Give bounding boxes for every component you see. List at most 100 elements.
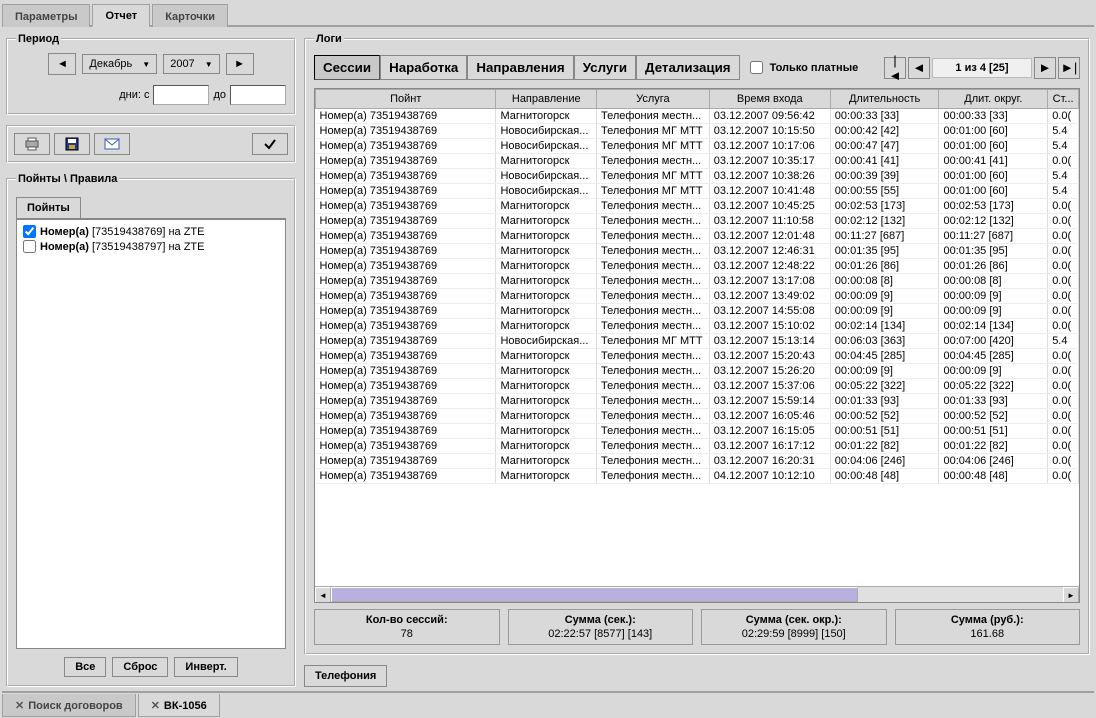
period-prev[interactable]: ◄ — [48, 53, 76, 75]
cell: Телефония местн... — [596, 379, 709, 394]
table-row[interactable]: Номер(а) 73519438769МагнитогорскТелефони… — [316, 469, 1079, 484]
cell: Номер(а) 73519438769 — [316, 469, 496, 484]
table-row[interactable]: Номер(а) 73519438769МагнитогорскТелефони… — [316, 319, 1079, 334]
column-header[interactable]: Длит. округ. — [939, 90, 1048, 109]
btn-all[interactable]: Все — [64, 657, 106, 677]
table-row[interactable]: Номер(а) 73519438769МагнитогорскТелефони… — [316, 244, 1079, 259]
period-next[interactable]: ► — [226, 53, 254, 75]
pager-prev[interactable]: ◄ — [908, 57, 930, 79]
cell: 03.12.2007 10:35:17 — [709, 154, 830, 169]
log-btn-4[interactable]: Детализация — [636, 55, 740, 80]
table-row[interactable]: Номер(а) 73519438769МагнитогорскТелефони… — [316, 259, 1079, 274]
table-row[interactable]: Номер(а) 73519438769МагнитогорскТелефони… — [316, 154, 1079, 169]
table-row[interactable]: Номер(а) 73519438769МагнитогорскТелефони… — [316, 424, 1079, 439]
table-row[interactable]: Номер(а) 73519438769МагнитогорскТелефони… — [316, 214, 1079, 229]
table-row[interactable]: Номер(а) 73519438769Новосибирская...Теле… — [316, 124, 1079, 139]
cell: 5.4 — [1048, 139, 1079, 154]
column-header[interactable]: Направление — [496, 90, 597, 109]
cell: 00:07:00 [420] — [939, 334, 1048, 349]
days-from-input[interactable] — [153, 85, 209, 105]
column-header[interactable]: Длительность — [830, 90, 939, 109]
table-row[interactable]: Номер(а) 73519438769МагнитогорскТелефони… — [316, 289, 1079, 304]
cell: 00:11:27 [687] — [939, 229, 1048, 244]
table-row[interactable]: Номер(а) 73519438769Новосибирская...Теле… — [316, 334, 1079, 349]
tab-report[interactable]: Отчет — [92, 4, 150, 27]
table-row[interactable]: Номер(а) 73519438769МагнитогорскТелефони… — [316, 229, 1079, 244]
paid-only-checkbox[interactable] — [750, 61, 763, 74]
table-row[interactable]: Номер(а) 73519438769МагнитогорскТелефони… — [316, 349, 1079, 364]
points-box: Пойнты \ Правила Пойнты Номер(а) [735194… — [6, 173, 296, 687]
cell: 00:00:33 [33] — [939, 109, 1048, 124]
cell: Телефония местн... — [596, 259, 709, 274]
table-row[interactable]: Номер(а) 73519438769МагнитогорскТелефони… — [316, 109, 1079, 124]
scroll-thumb[interactable] — [331, 587, 858, 602]
scroll-track[interactable] — [331, 587, 1063, 602]
close-icon[interactable]: ✕ — [15, 699, 24, 712]
cell: 0.0( — [1048, 259, 1079, 274]
paid-only-check[interactable]: Только платные — [746, 58, 859, 77]
mail-icon[interactable] — [94, 133, 130, 155]
cell: Новосибирская... — [496, 124, 597, 139]
table-row[interactable]: Номер(а) 73519438769МагнитогорскТелефони… — [316, 409, 1079, 424]
cell: 00:01:35 [95] — [830, 244, 939, 259]
cell: 00:00:08 [8] — [939, 274, 1048, 289]
pager-first[interactable]: |◄ — [884, 57, 906, 79]
table-row[interactable]: Номер(а) 73519438769МагнитогорскТелефони… — [316, 274, 1079, 289]
table-row[interactable]: Номер(а) 73519438769МагнитогорскТелефони… — [316, 304, 1079, 319]
point-checkbox[interactable] — [23, 225, 36, 238]
cell: 00:05:22 [322] — [939, 379, 1048, 394]
table-row[interactable]: Номер(а) 73519438769МагнитогорскТелефони… — [316, 199, 1079, 214]
scroll-right-icon[interactable]: ► — [1063, 587, 1079, 603]
cell: 00:00:51 [51] — [830, 424, 939, 439]
log-btn-2[interactable]: Направления — [467, 55, 573, 80]
table-row[interactable]: Номер(а) 73519438769Новосибирская...Теле… — [316, 184, 1079, 199]
table-row[interactable]: Номер(а) 73519438769МагнитогорскТелефони… — [316, 379, 1079, 394]
points-tab[interactable]: Пойнты — [16, 197, 81, 218]
list-item[interactable]: Номер(а) [73519438769] на ZTE — [23, 224, 279, 239]
log-btn-3[interactable]: Услуги — [574, 55, 636, 80]
table-row[interactable]: Номер(а) 73519438769МагнитогорскТелефони… — [316, 394, 1079, 409]
pager-next[interactable]: ► — [1034, 57, 1056, 79]
log-btn-1[interactable]: Наработка — [380, 55, 467, 80]
tab-cards[interactable]: Карточки — [152, 4, 228, 27]
month-combo[interactable]: Декабрь ▼ — [82, 54, 157, 74]
point-checkbox[interactable] — [23, 240, 36, 253]
sub-tab-telephony[interactable]: Телефония — [304, 665, 387, 687]
bottom-tab-vk[interactable]: ✕ ВК-1056 — [138, 694, 220, 717]
close-icon[interactable]: ✕ — [151, 699, 160, 712]
cell: Магнитогорск — [496, 199, 597, 214]
btn-invert[interactable]: Инверт. — [174, 657, 237, 677]
table-row[interactable]: Номер(а) 73519438769МагнитогорскТелефони… — [316, 364, 1079, 379]
cell: Номер(а) 73519438769 — [316, 229, 496, 244]
print-icon[interactable] — [14, 133, 50, 155]
list-item[interactable]: Номер(а) [73519438797] на ZTE — [23, 239, 279, 254]
cell: 00:04:45 [285] — [939, 349, 1048, 364]
save-icon[interactable] — [54, 133, 90, 155]
logs-table[interactable]: ПойнтНаправлениеУслугаВремя входаДлитель… — [315, 89, 1079, 484]
h-scrollbar[interactable]: ◄ ► — [315, 586, 1079, 602]
cell: 00:00:09 [9] — [830, 304, 939, 319]
cell: 0.0( — [1048, 394, 1079, 409]
log-btn-0[interactable]: Сессии — [314, 55, 380, 80]
cell: Телефония местн... — [596, 154, 709, 169]
cell: 00:00:48 [48] — [830, 469, 939, 484]
cell: 0.0( — [1048, 274, 1079, 289]
column-header[interactable]: Ст... — [1048, 90, 1079, 109]
table-row[interactable]: Номер(а) 73519438769Новосибирская...Теле… — [316, 169, 1079, 184]
days-to-input[interactable] — [230, 85, 286, 105]
btn-reset[interactable]: Сброс — [112, 657, 168, 677]
points-list[interactable]: Номер(а) [73519438769] на ZTEНомер(а) [7… — [16, 219, 286, 649]
table-row[interactable]: Номер(а) 73519438769МагнитогорскТелефони… — [316, 454, 1079, 469]
tab-params[interactable]: Параметры — [2, 4, 90, 27]
apply-icon[interactable] — [252, 133, 288, 155]
column-header[interactable]: Услуга — [596, 90, 709, 109]
table-row[interactable]: Номер(а) 73519438769МагнитогорскТелефони… — [316, 439, 1079, 454]
bottom-tab-search[interactable]: ✕ Поиск договоров — [2, 694, 136, 717]
column-header[interactable]: Время входа — [709, 90, 830, 109]
pager-last[interactable]: ►| — [1058, 57, 1080, 79]
scroll-left-icon[interactable]: ◄ — [315, 587, 331, 603]
cell: Номер(а) 73519438769 — [316, 424, 496, 439]
table-row[interactable]: Номер(а) 73519438769Новосибирская...Теле… — [316, 139, 1079, 154]
year-combo[interactable]: 2007 ▼ — [163, 54, 219, 74]
column-header[interactable]: Пойнт — [316, 90, 496, 109]
